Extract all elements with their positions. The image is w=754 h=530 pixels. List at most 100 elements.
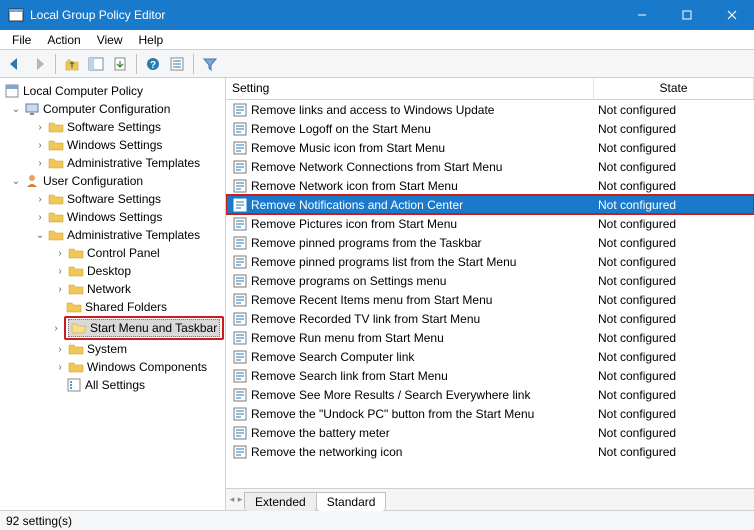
- row-state: Not configured: [594, 369, 754, 383]
- row-setting: Remove Run menu from Start Menu: [251, 331, 594, 345]
- policy-item-icon: [232, 159, 248, 175]
- up-level-button[interactable]: [61, 53, 83, 75]
- expand-icon[interactable]: ›: [34, 139, 46, 151]
- filter-button[interactable]: [199, 53, 221, 75]
- tree-root[interactable]: Local Computer Policy: [0, 82, 225, 100]
- properties-button[interactable]: [166, 53, 188, 75]
- back-button[interactable]: [4, 53, 26, 75]
- tree-label: User Configuration: [43, 174, 143, 188]
- tab-scroll-left-icon[interactable]: ◂: [228, 492, 236, 506]
- collapse-icon[interactable]: ⌄: [34, 229, 46, 241]
- expand-icon[interactable]: ›: [34, 157, 46, 169]
- expand-icon[interactable]: ›: [34, 193, 46, 205]
- tree-cc-admin[interactable]: › Administrative Templates: [0, 154, 225, 172]
- expand-icon[interactable]: ›: [50, 322, 62, 334]
- list-row[interactable]: Remove links and access to Windows Updat…: [226, 100, 754, 119]
- expand-icon[interactable]: ›: [54, 361, 66, 373]
- tab-scroll-right-icon[interactable]: ▸: [236, 492, 244, 506]
- toolbar: ?: [0, 50, 754, 78]
- list-row[interactable]: Remove Recorded TV link from Start MenuN…: [226, 309, 754, 328]
- menu-help[interactable]: Help: [131, 31, 172, 49]
- list-row[interactable]: Remove Run menu from Start MenuNot confi…: [226, 328, 754, 347]
- tree-uc-admin[interactable]: ⌄ Administrative Templates: [0, 226, 225, 244]
- list-row[interactable]: Remove Search link from Start MenuNot co…: [226, 366, 754, 385]
- list-row[interactable]: Remove Network icon from Start MenuNot c…: [226, 176, 754, 195]
- expand-icon[interactable]: ›: [34, 121, 46, 133]
- list-row[interactable]: Remove pinned programs list from the Sta…: [226, 252, 754, 271]
- tree-start-menu-taskbar[interactable]: Start Menu and Taskbar: [68, 319, 220, 337]
- tree-cc-software[interactable]: › Software Settings: [0, 118, 225, 136]
- status-text: 92 setting(s): [6, 514, 72, 528]
- row-state: Not configured: [594, 103, 754, 117]
- tree-windows-components[interactable]: › Windows Components: [0, 358, 225, 376]
- expand-icon[interactable]: ›: [54, 283, 66, 295]
- tree-uc-software[interactable]: › Software Settings: [0, 190, 225, 208]
- list-row[interactable]: Remove Pictures icon from Start MenuNot …: [226, 214, 754, 233]
- folder-open-icon: [71, 320, 87, 336]
- tree-label: System: [87, 342, 127, 356]
- expand-icon[interactable]: ›: [34, 211, 46, 223]
- folder-icon: [68, 281, 84, 297]
- row-setting: Remove Search Computer link: [251, 350, 594, 364]
- tree-network[interactable]: › Network: [0, 280, 225, 298]
- maximize-button[interactable]: [664, 0, 709, 30]
- list-row[interactable]: Remove Network Connections from Start Me…: [226, 157, 754, 176]
- navigation-tree[interactable]: Local Computer Policy ⌄ Computer Configu…: [0, 78, 226, 510]
- forward-button[interactable]: [28, 53, 50, 75]
- expand-icon[interactable]: ›: [54, 343, 66, 355]
- tree-computer-config[interactable]: ⌄ Computer Configuration: [0, 100, 225, 118]
- expand-icon[interactable]: ›: [54, 265, 66, 277]
- menu-file[interactable]: File: [4, 31, 39, 49]
- row-state: Not configured: [594, 274, 754, 288]
- tab-extended[interactable]: Extended: [244, 492, 317, 511]
- collapse-icon[interactable]: ⌄: [10, 175, 22, 187]
- tree-cc-windows[interactable]: › Windows Settings: [0, 136, 225, 154]
- list-row[interactable]: Remove Logoff on the Start MenuNot confi…: [226, 119, 754, 138]
- collapse-icon[interactable]: ⌄: [10, 103, 22, 115]
- list-row[interactable]: Remove programs on Settings menuNot conf…: [226, 271, 754, 290]
- tab-standard[interactable]: Standard: [316, 492, 387, 511]
- policy-item-icon: [232, 254, 248, 270]
- status-bar: 92 setting(s): [0, 510, 754, 530]
- export-list-button[interactable]: [109, 53, 131, 75]
- list-row[interactable]: Remove Search Computer linkNot configure…: [226, 347, 754, 366]
- column-setting[interactable]: Setting: [226, 78, 594, 99]
- tree-control-panel[interactable]: › Control Panel: [0, 244, 225, 262]
- menu-bar: File Action View Help: [0, 30, 754, 50]
- minimize-button[interactable]: [619, 0, 664, 30]
- window-title: Local Group Policy Editor: [30, 8, 619, 22]
- menu-action[interactable]: Action: [39, 31, 88, 49]
- folder-icon: [48, 227, 64, 243]
- list-row[interactable]: Remove the networking iconNot configured: [226, 442, 754, 461]
- menu-view[interactable]: View: [89, 31, 131, 49]
- list-row[interactable]: Remove the "Undock PC" button from the S…: [226, 404, 754, 423]
- toolbar-separator: [136, 54, 137, 74]
- row-state: Not configured: [594, 407, 754, 421]
- list-row[interactable]: Remove Music icon from Start MenuNot con…: [226, 138, 754, 157]
- expand-icon[interactable]: ›: [54, 247, 66, 259]
- policy-item-icon: [232, 140, 248, 156]
- show-hide-tree-button[interactable]: [85, 53, 107, 75]
- row-setting: Remove Logoff on the Start Menu: [251, 122, 594, 136]
- help-button[interactable]: ?: [142, 53, 164, 75]
- tree-shared-folders[interactable]: Shared Folders: [0, 298, 225, 316]
- list-row[interactable]: Remove Notifications and Action CenterNo…: [226, 195, 754, 214]
- tree-uc-windows[interactable]: › Windows Settings: [0, 208, 225, 226]
- tree-desktop[interactable]: › Desktop: [0, 262, 225, 280]
- list-row[interactable]: Remove Recent Items menu from Start Menu…: [226, 290, 754, 309]
- policy-item-icon: [232, 216, 248, 232]
- list-row[interactable]: Remove pinned programs from the TaskbarN…: [226, 233, 754, 252]
- tree-label: Control Panel: [87, 246, 160, 260]
- row-setting: Remove the "Undock PC" button from the S…: [251, 407, 594, 421]
- tree-all-settings[interactable]: All Settings: [0, 376, 225, 394]
- column-state[interactable]: State: [594, 78, 754, 99]
- tree-system[interactable]: › System: [0, 340, 225, 358]
- close-button[interactable]: [709, 0, 754, 30]
- tree-label: Local Computer Policy: [23, 84, 143, 98]
- tree-label: Start Menu and Taskbar: [90, 321, 217, 335]
- policy-item-icon: [232, 273, 248, 289]
- list-row[interactable]: Remove the battery meterNot configured: [226, 423, 754, 442]
- settings-list[interactable]: Remove links and access to Windows Updat…: [226, 100, 754, 488]
- tree-user-config[interactable]: ⌄ User Configuration: [0, 172, 225, 190]
- list-row[interactable]: Remove See More Results / Search Everywh…: [226, 385, 754, 404]
